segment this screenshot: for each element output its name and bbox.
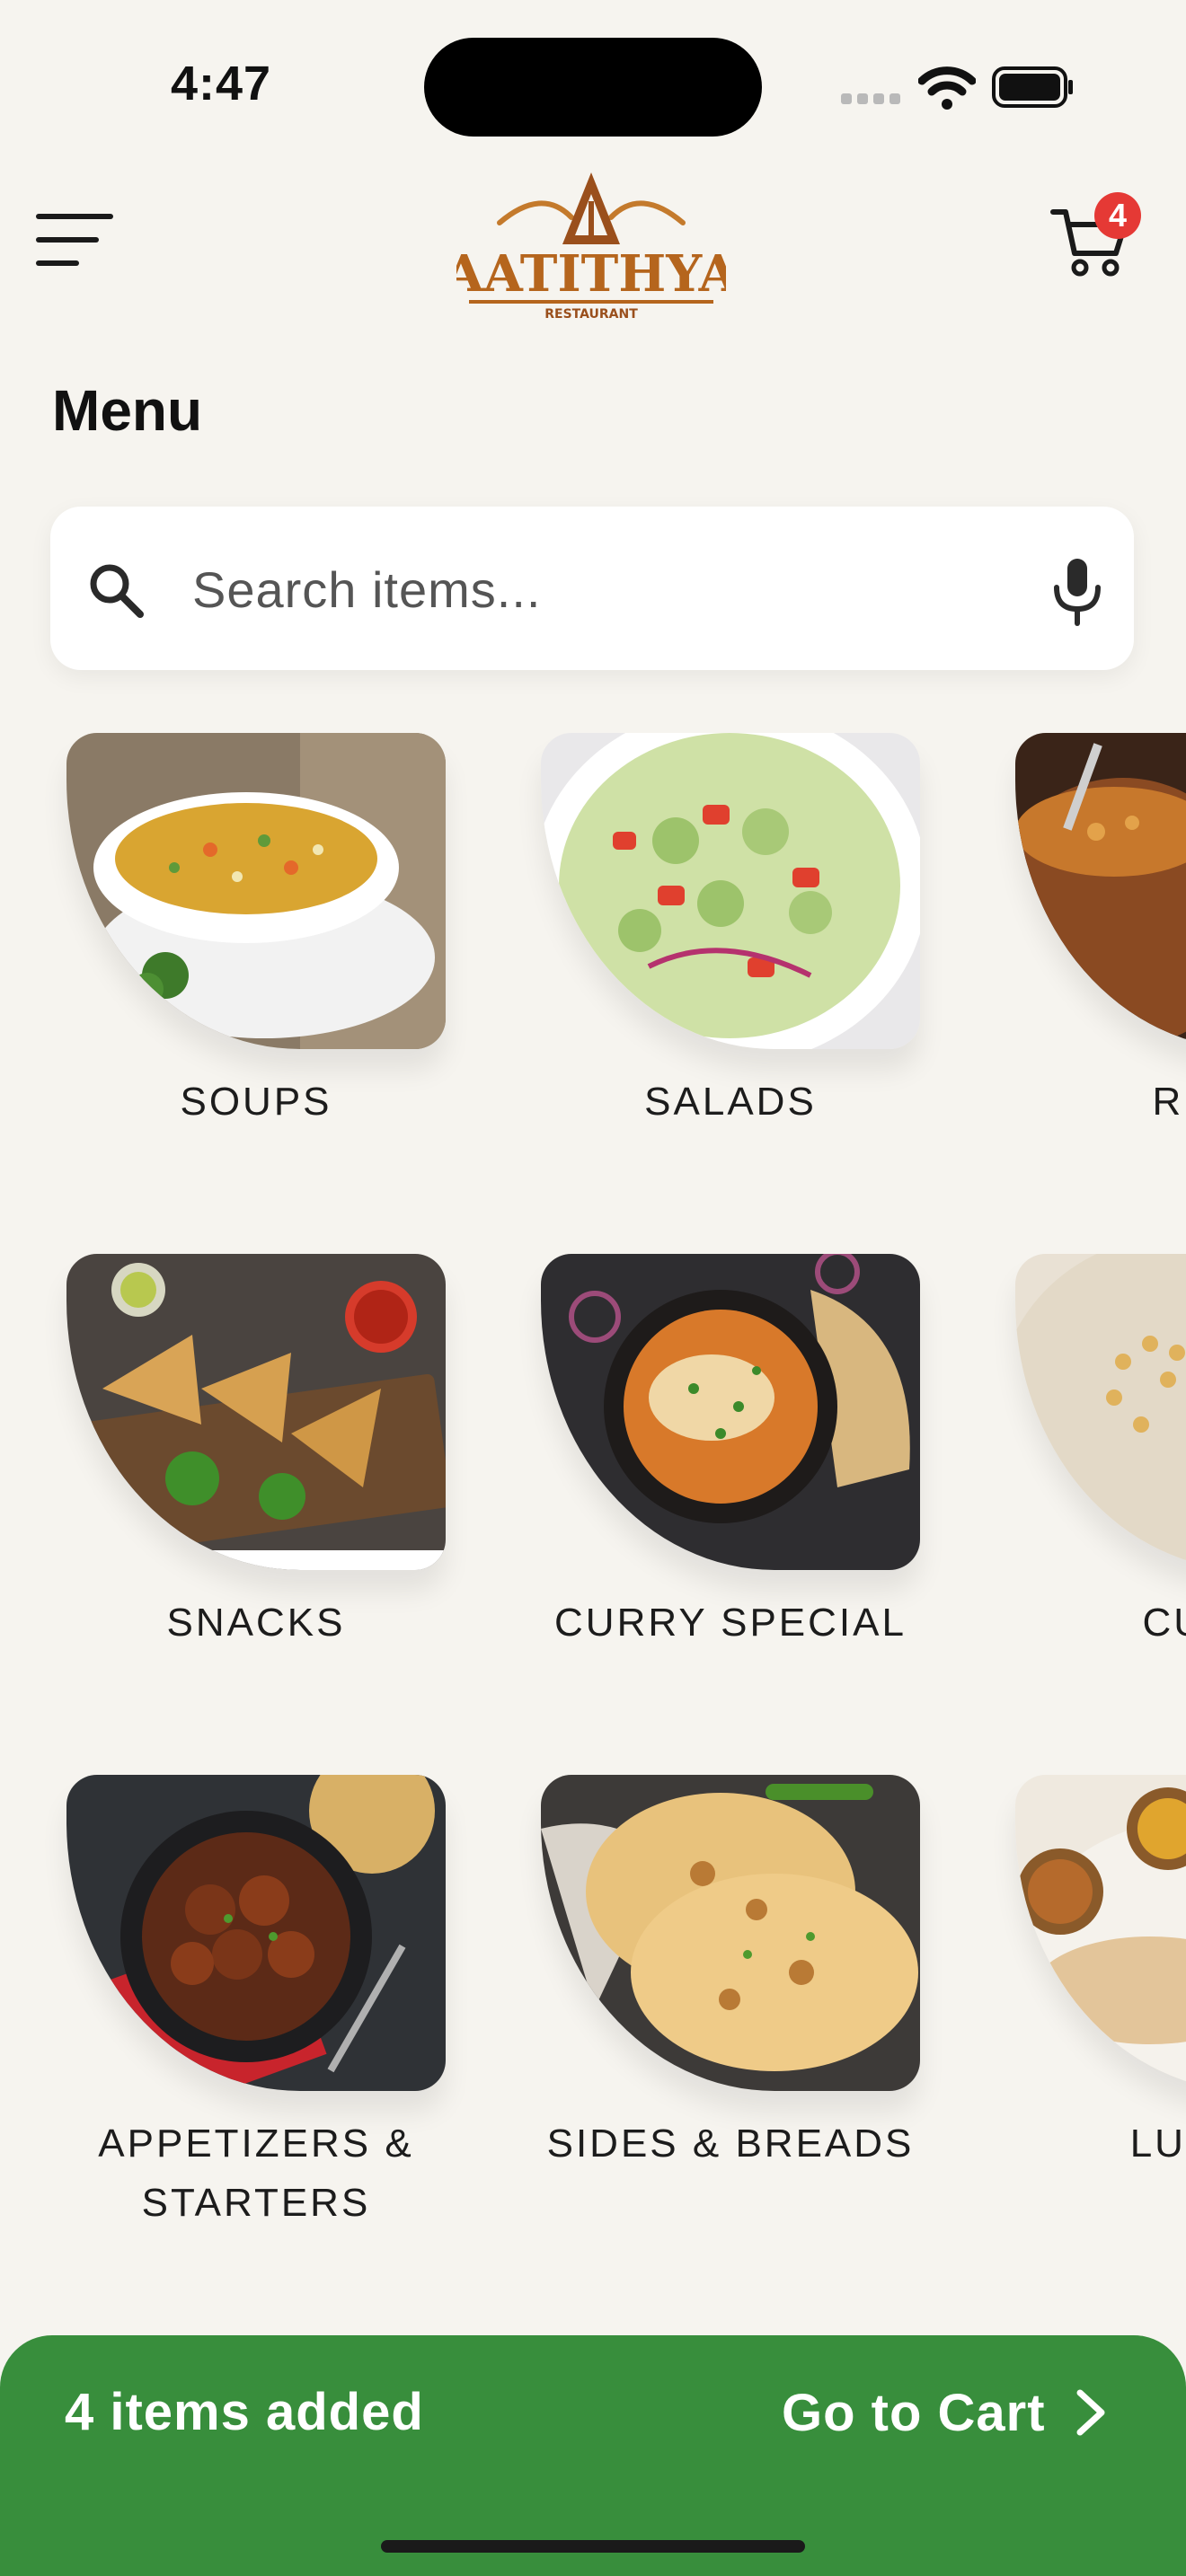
category-label: SALADS — [644, 1080, 817, 1124]
microphone-icon[interactable] — [1046, 555, 1109, 627]
category-grid: SOUPS SALADS R SNACKS CURRY SPECIAL C AP… — [0, 733, 1186, 2314]
snacks-image — [66, 1254, 446, 1570]
category-label: CURD — [1142, 1601, 1186, 1645]
category-label: LUNCH — [1129, 2122, 1186, 2166]
battery-icon — [992, 66, 1073, 108]
cart-count-badge: 4 — [1094, 192, 1141, 239]
logo-wordmark: AATITHYA — [456, 244, 726, 304]
page-title: Menu — [52, 378, 203, 443]
search-bar[interactable] — [50, 507, 1134, 670]
restaurant-logo: AATITHYA RESTAURANT — [456, 172, 726, 322]
lunch-image — [1015, 1775, 1186, 2091]
go-to-cart-button[interactable]: Go to Cart — [782, 2368, 1109, 2457]
home-indicator — [381, 2540, 805, 2553]
search-icon — [90, 564, 144, 618]
salad-image — [541, 733, 920, 1049]
logo-subtext: RESTAURANT — [544, 307, 638, 322]
cellular-signal-icon — [841, 93, 900, 104]
category-label: APPETIZERS & STARTERS — [98, 2122, 414, 2225]
breads-image — [541, 1775, 920, 2091]
go-to-cart-label: Go to Cart — [782, 2383, 1046, 2442]
category-label: SNACKS — [166, 1601, 346, 1645]
dynamic-island — [424, 38, 762, 137]
category-label: SIDES & BREADS — [546, 2122, 915, 2166]
category-label: SOUPS — [180, 1080, 332, 1124]
cart-items-summary: 4 items added — [65, 2383, 424, 2441]
soup-image — [66, 733, 446, 1049]
wifi-icon — [918, 66, 976, 110]
curd-image — [1015, 1254, 1186, 1570]
curry-image — [541, 1254, 920, 1570]
category-label: RICE — [1152, 1080, 1186, 1124]
status-time: 4:47 — [171, 57, 272, 110]
rice-image — [1015, 733, 1186, 1049]
hamburger-menu-button[interactable] — [36, 214, 113, 269]
search-input[interactable] — [190, 539, 1003, 640]
appetizers-image — [66, 1775, 446, 2091]
chevron-right-icon — [1076, 2389, 1105, 2436]
category-label: CURRY SPECIAL — [554, 1601, 907, 1645]
